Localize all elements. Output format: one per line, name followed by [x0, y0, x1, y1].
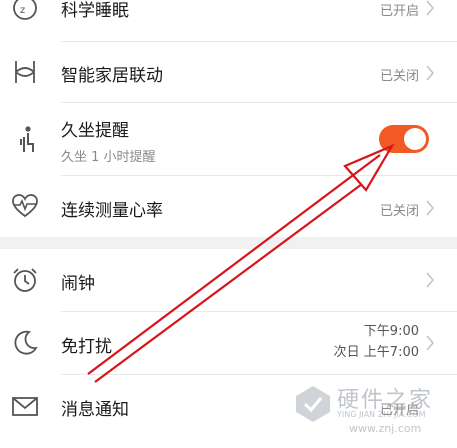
sedentary-toggle[interactable] — [379, 125, 429, 153]
row-title: 科学睡眠 — [61, 1, 129, 21]
row-title: 闹钟 — [61, 274, 95, 294]
row-smart-home[interactable]: 智能家居联动 已关闭 — [0, 42, 457, 102]
row-title: 连续测量心率 — [61, 201, 163, 221]
watermark-url: www.znj.com — [349, 422, 422, 435]
dnd-start: 下午9:00 — [363, 324, 419, 339]
row-scientific-sleep[interactable]: z 科学睡眠 已开启 — [0, 0, 457, 26]
chevron-right-icon — [425, 65, 435, 81]
alarm-clock-icon — [11, 266, 39, 294]
row-status: 已关闭 — [379, 69, 419, 84]
sedentary-person-icon — [11, 125, 39, 153]
watermark: 硬件之家 YING JIAN ZHI JIA.COM www.znj.com — [293, 380, 453, 440]
chevron-right-icon — [425, 272, 435, 288]
row-title: 免打扰 — [61, 337, 112, 357]
dnd-schedule: 下午9:00 次日 上午7:00 — [334, 321, 419, 363]
smart-home-icon — [11, 58, 39, 86]
row-sedentary-reminder[interactable]: 久坐提醒 久坐 1 小时提醒 — [0, 103, 457, 175]
chevron-right-icon — [425, 335, 435, 351]
row-title: 智能家居联动 — [61, 66, 163, 86]
chevron-right-icon — [425, 0, 435, 16]
dnd-end: 次日 上午7:00 — [333, 345, 419, 360]
chevron-right-icon — [425, 200, 435, 216]
row-alarm[interactable]: 闹钟 — [0, 249, 457, 311]
row-do-not-disturb[interactable]: 免打扰 下午9:00 次日 上午7:00 — [0, 312, 457, 374]
sleep-icon: z — [11, 0, 39, 22]
watermark-sub: YING JIAN ZHI JIA.COM — [337, 410, 426, 419]
row-status: 已关闭 — [379, 204, 419, 219]
svg-text:z: z — [20, 5, 25, 16]
settings-group-1: z 科学睡眠 已开启 智能家居联动 已关闭 久坐提醒 久坐 1 小时提醒 连续测… — [0, 0, 457, 237]
row-subtitle: 久坐 1 小时提醒 — [61, 150, 156, 165]
mail-icon — [11, 392, 39, 420]
row-title: 消息通知 — [61, 400, 129, 420]
watermark-logo-icon — [296, 386, 330, 422]
row-title: 久坐提醒 — [61, 121, 129, 141]
row-heart-rate[interactable]: 连续测量心率 已关闭 — [0, 176, 457, 237]
toggle-knob — [404, 128, 426, 150]
heart-rate-icon — [11, 192, 39, 220]
row-status: 已开启 — [379, 4, 419, 19]
moon-icon — [11, 329, 39, 357]
section-gap — [0, 237, 457, 249]
